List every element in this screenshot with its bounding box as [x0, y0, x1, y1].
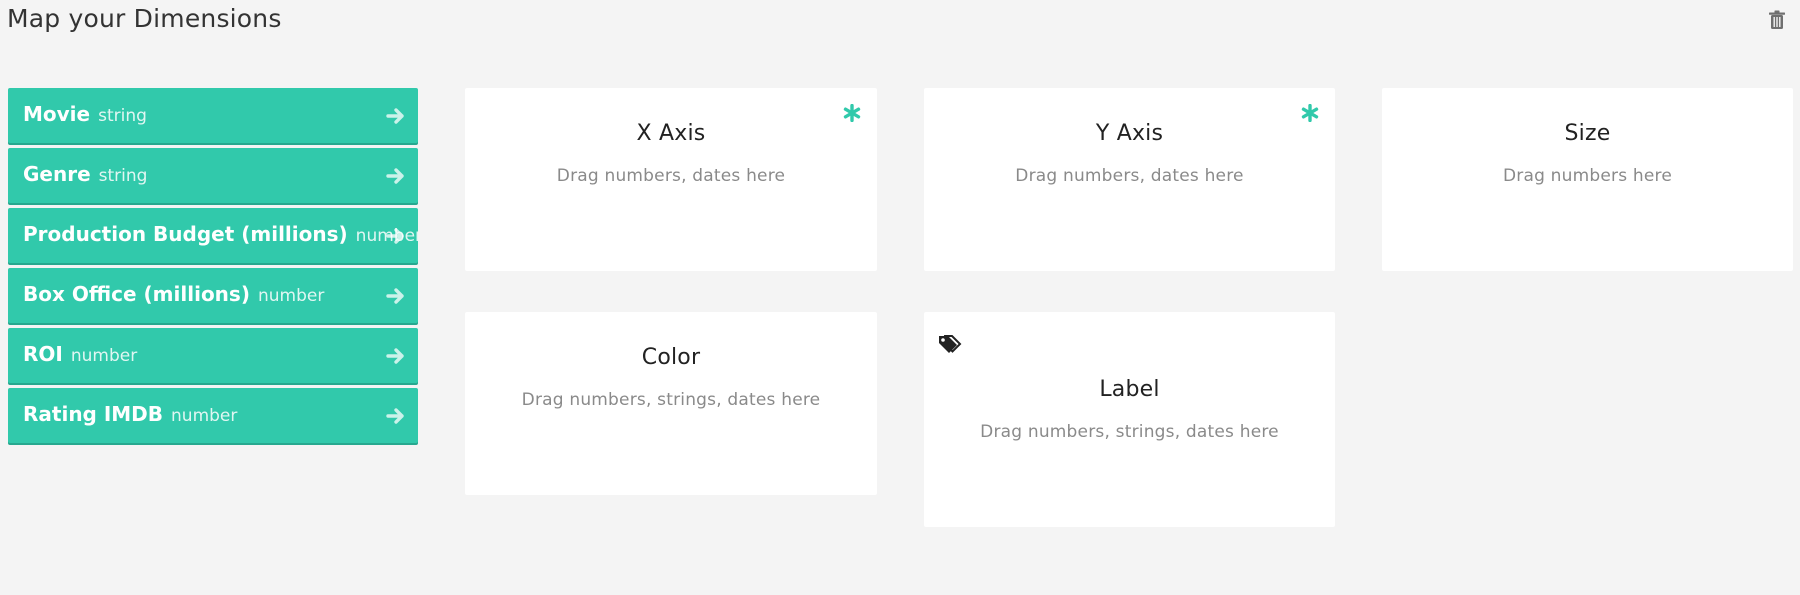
arrow-right-icon [386, 408, 404, 424]
mapping-label[interactable]: Label Drag numbers, strings, dates here [924, 312, 1335, 527]
mapping-hint: Drag numbers, strings, dates here [521, 390, 821, 410]
asterisk-icon [843, 104, 861, 122]
mapping-y-axis[interactable]: Y Axis Drag numbers, dates here [924, 88, 1335, 271]
mapping-hint: Drag numbers, strings, dates here [980, 422, 1279, 442]
dimension-item-movie[interactable]: Movie string [8, 88, 418, 143]
mapping-title: Color [641, 345, 701, 370]
arrow-right-icon [386, 228, 404, 244]
arrow-right-icon [386, 168, 404, 184]
dimension-item-roi[interactable]: ROI number [8, 328, 418, 383]
arrow-right-icon [386, 288, 404, 304]
dimension-name: Rating IMDB [23, 402, 164, 426]
trash-icon[interactable] [1768, 10, 1786, 30]
asterisk-icon [1301, 104, 1319, 122]
mapping-size[interactable]: Size Drag numbers here [1382, 88, 1793, 271]
arrow-right-icon [386, 348, 404, 364]
dimension-item-box-office[interactable]: Box Office (millions) number [8, 268, 418, 323]
mapping-hint: Drag numbers, dates here [1015, 166, 1244, 186]
dimension-item-genre[interactable]: Genre string [8, 148, 418, 203]
dimension-name: ROI [23, 342, 63, 366]
dimension-list: Movie string Genre string Production Budge… [8, 88, 418, 448]
mapping-title: X Axis [636, 121, 706, 146]
dimension-name: Genre [23, 162, 91, 186]
mapping-hint: Drag numbers here [1502, 166, 1672, 186]
dimension-name: Box Office (millions) [23, 282, 250, 306]
dimension-type: string [98, 106, 147, 126]
dimension-type: number [257, 286, 325, 306]
mapping-title: Size [1564, 121, 1611, 146]
dimension-type: number [70, 346, 138, 366]
arrow-right-icon [386, 108, 404, 124]
mapping-hint: Drag numbers, dates here [556, 166, 786, 186]
mapping-title: Y Axis [1095, 121, 1164, 146]
dimension-item-rating-imdb[interactable]: Rating IMDB number [8, 388, 418, 443]
mapping-x-axis[interactable]: X Axis Drag numbers, dates here [465, 88, 877, 271]
dimension-name: Production Budget (millions) [23, 222, 348, 246]
dimension-item-production-budget[interactable]: Production Budget (millions) number [8, 208, 418, 263]
mapping-title: Label [1099, 377, 1160, 402]
dimension-name: Movie [23, 102, 91, 126]
dimension-type: string [98, 166, 148, 186]
page-title: Map your Dimensions [7, 4, 282, 33]
tags-icon [939, 335, 962, 353]
dimension-type: number [171, 406, 238, 426]
mapping-color[interactable]: Color Drag numbers, strings, dates here [465, 312, 877, 495]
